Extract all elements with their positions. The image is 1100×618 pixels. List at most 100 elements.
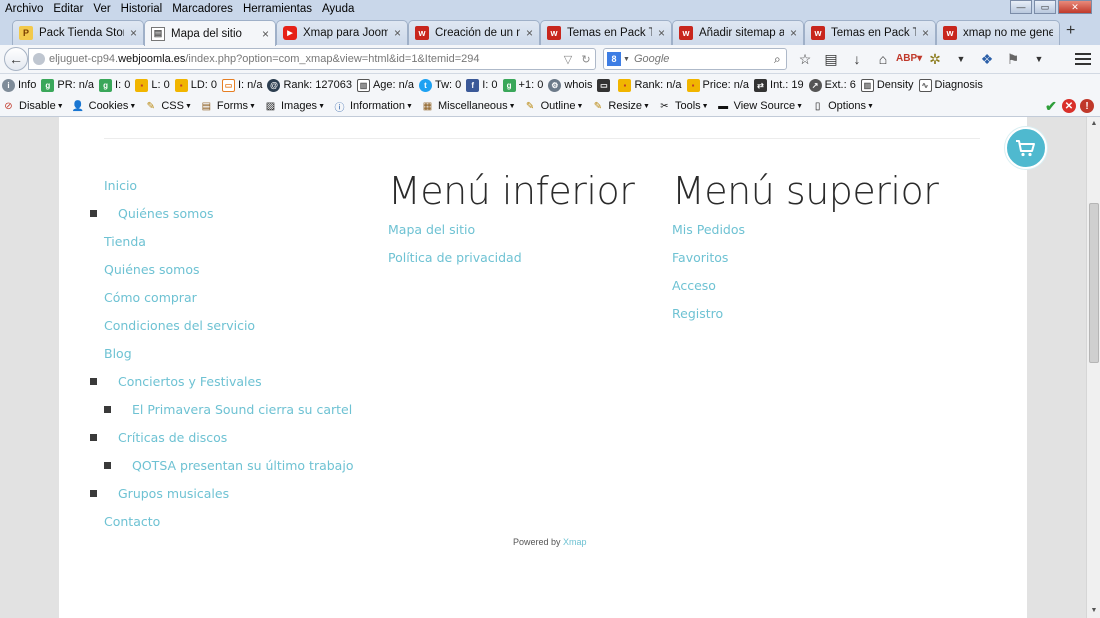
sitemap-link-registro[interactable]: Registro — [672, 306, 723, 321]
tab-anadir-sitemap[interactable]: w Añadir sitemap a ... × — [672, 20, 804, 45]
seo-external-links[interactable]: ↗ Ext.: 6 — [808, 78, 856, 92]
seo-links[interactable]: ▪ L: 0 — [135, 78, 170, 92]
dev-information[interactable]: ⓘ Information ▼ — [333, 100, 413, 114]
seo-alexa-rank[interactable]: @ Rank: 127063 — [267, 78, 352, 92]
back-button[interactable]: ← — [4, 47, 28, 71]
sitemap-link-quienes-somos[interactable]: Quiénes somos — [104, 262, 200, 277]
dev-outline[interactable]: ✎ Outline ▼ — [524, 100, 584, 113]
search-icon[interactable]: ⌕ — [774, 52, 781, 67]
sitemap-link-condiciones[interactable]: Condiciones del servicio — [104, 318, 255, 333]
close-tab-icon[interactable]: × — [526, 26, 533, 40]
sitemap-link-qotsa[interactable]: QOTSA presentan su último trabajo — [132, 458, 353, 473]
tab-pack-tienda[interactable]: P Pack Tienda Store... × — [12, 20, 144, 45]
menu-ver[interactable]: Ver — [88, 3, 115, 15]
close-tab-icon[interactable]: × — [790, 26, 797, 40]
greasemonkey-icon[interactable]: ✲ — [922, 49, 948, 69]
address-bar[interactable]: eljuguet-cp94.webjoomla.es/index.php?opt… — [28, 48, 596, 70]
close-tab-icon[interactable]: × — [262, 27, 269, 41]
tab-creacion[interactable]: w Creación de un m... × — [408, 20, 540, 45]
downloads-icon[interactable]: ↓ — [844, 49, 870, 69]
minimize-button[interactable]: — — [1010, 0, 1032, 14]
dev-disable[interactable]: ⊘ Disable ▼ — [2, 100, 63, 113]
reload-icon[interactable]: ↻ — [577, 53, 595, 66]
home-icon[interactable]: ⌂ — [870, 49, 896, 69]
dev-options[interactable]: ▯ Options ▼ — [811, 100, 874, 113]
seo-diagnosis[interactable]: ∿ Diagnosis — [918, 78, 983, 92]
sitemap-link-acceso[interactable]: Acceso — [672, 278, 716, 293]
new-tab-button[interactable]: + — [1066, 22, 1075, 40]
seo-source[interactable]: ▭ — [597, 78, 613, 92]
extension-dropdown-icon[interactable]: ▼ — [948, 49, 974, 69]
seo-pagerank[interactable]: g PR: n/a — [41, 78, 94, 92]
sitemap-link-primavera-sound[interactable]: El Primavera Sound cierra su cartel — [132, 402, 352, 417]
seo-info[interactable]: i Info — [2, 78, 36, 92]
dev-tools[interactable]: ✂ Tools ▼ — [658, 100, 708, 113]
seo-facebook[interactable]: f I: 0 — [466, 78, 498, 92]
sitemap-link-favoritos[interactable]: Favoritos — [672, 250, 728, 265]
sitemap-link-conciertos[interactable]: Conciertos y Festivales — [118, 374, 262, 389]
extension-icon[interactable]: ❖ — [974, 49, 1000, 69]
sitemap-link-mapa-del-sitio[interactable]: Mapa del sitio — [388, 222, 475, 237]
cart-button[interactable] — [1005, 127, 1047, 169]
tab-mapa-del-sitio[interactable]: ▤ Mapa del sitio × — [144, 20, 276, 46]
search-engine-dropdown-icon[interactable]: ▼ — [623, 56, 630, 63]
menu-marcadores[interactable]: Marcadores — [167, 3, 238, 15]
overflow-dropdown-icon[interactable]: ▼ — [1026, 49, 1052, 69]
dev-forms[interactable]: ▤ Forms ▼ — [200, 100, 256, 113]
seo-internal-links[interactable]: ⇄ Int.: 19 — [754, 78, 804, 92]
tab-xmap-joomla[interactable]: ▶ Xmap para Joomla... × — [276, 20, 408, 45]
dev-miscellaneous[interactable]: ▦ Miscellaneous ▼ — [421, 100, 516, 113]
seo-age[interactable]: ▥ Age: n/a — [356, 78, 414, 92]
dev-images[interactable]: ▨ Images ▼ — [264, 100, 325, 113]
close-tab-icon[interactable]: × — [922, 26, 929, 40]
seo-google-index[interactable]: g I: 0 — [99, 78, 130, 92]
page-scrollbar[interactable]: ▲ ▼ — [1086, 117, 1100, 618]
seo-linkdomain[interactable]: ▪ LD: 0 — [174, 78, 217, 92]
close-tab-icon[interactable]: × — [394, 26, 401, 40]
menu-editar[interactable]: Editar — [48, 3, 88, 15]
tab-temas-2[interactable]: w Temas en Pack Ti... × — [804, 20, 936, 45]
dropdown-arrow-icon[interactable]: ▽ — [559, 53, 577, 66]
warning-icon[interactable]: ! — [1080, 99, 1094, 113]
scroll-down-icon[interactable]: ▼ — [1087, 604, 1100, 618]
search-engine-icon[interactable]: 8 — [607, 52, 621, 66]
menu-archivo[interactable]: Archivo — [0, 3, 48, 15]
seo-googleplus[interactable]: g +1: 0 — [502, 78, 543, 92]
dev-view-source[interactable]: ▬ View Source ▼ — [717, 100, 803, 113]
menu-ayuda[interactable]: Ayuda — [317, 3, 359, 15]
js-error-icon[interactable]: ✕ — [1062, 99, 1076, 113]
menu-historial[interactable]: Historial — [116, 3, 168, 15]
bookmarks-list-icon[interactable]: ▤ — [818, 49, 844, 69]
sitemap-link-mis-pedidos[interactable]: Mis Pedidos — [672, 222, 745, 237]
bookmark-star-icon[interactable]: ☆ — [792, 49, 818, 69]
sync-icon[interactable]: ⚑ — [1000, 49, 1026, 69]
sitemap-link-privacidad[interactable]: Política de privacidad — [388, 250, 522, 265]
dev-cookies[interactable]: 👤 Cookies ▼ — [72, 100, 136, 113]
seo-semrush-price[interactable]: ▪ Price: n/a — [686, 78, 749, 92]
sitemap-link-blog[interactable]: Blog — [104, 346, 132, 361]
scroll-up-icon[interactable]: ▲ — [1087, 117, 1100, 131]
maximize-button[interactable]: ▭ — [1034, 0, 1056, 14]
sitemap-link-criticas[interactable]: Críticas de discos — [118, 430, 227, 445]
sitemap-link-como-comprar[interactable]: Cómo comprar — [104, 290, 197, 305]
xmap-link[interactable]: Xmap — [563, 537, 587, 547]
close-tab-icon[interactable]: × — [658, 26, 665, 40]
seo-semrush-rank[interactable]: ▪ Rank: n/a — [618, 78, 682, 92]
scrollbar-thumb[interactable] — [1089, 203, 1099, 363]
seo-density[interactable]: ▥ Density — [860, 78, 914, 92]
seo-bing-index[interactable]: ▭ I: n/a — [222, 78, 262, 92]
adblock-icon[interactable]: ABP▾ — [896, 49, 922, 69]
tab-xmap-no-genera[interactable]: w xmap no me gene... — [936, 20, 1060, 45]
sitemap-link-grupos[interactable]: Grupos musicales — [118, 486, 229, 501]
close-window-button[interactable]: ✕ — [1058, 0, 1092, 14]
sitemap-link-quienes-somos-sub[interactable]: Quiénes somos — [118, 206, 214, 221]
seo-whois[interactable]: ⚙ whois — [548, 78, 592, 92]
sitemap-link-contacto[interactable]: Contacto — [104, 514, 160, 529]
sitemap-link-inicio[interactable]: Inicio — [104, 178, 137, 193]
close-tab-icon[interactable]: × — [130, 26, 137, 40]
css-valid-check-icon[interactable]: ✔ — [1044, 98, 1058, 114]
tab-temas-1[interactable]: w Temas en Pack Ti... × — [540, 20, 672, 45]
search-input[interactable] — [633, 53, 774, 65]
menu-herramientas[interactable]: Herramientas — [238, 3, 317, 15]
sitemap-link-tienda[interactable]: Tienda — [104, 234, 146, 249]
